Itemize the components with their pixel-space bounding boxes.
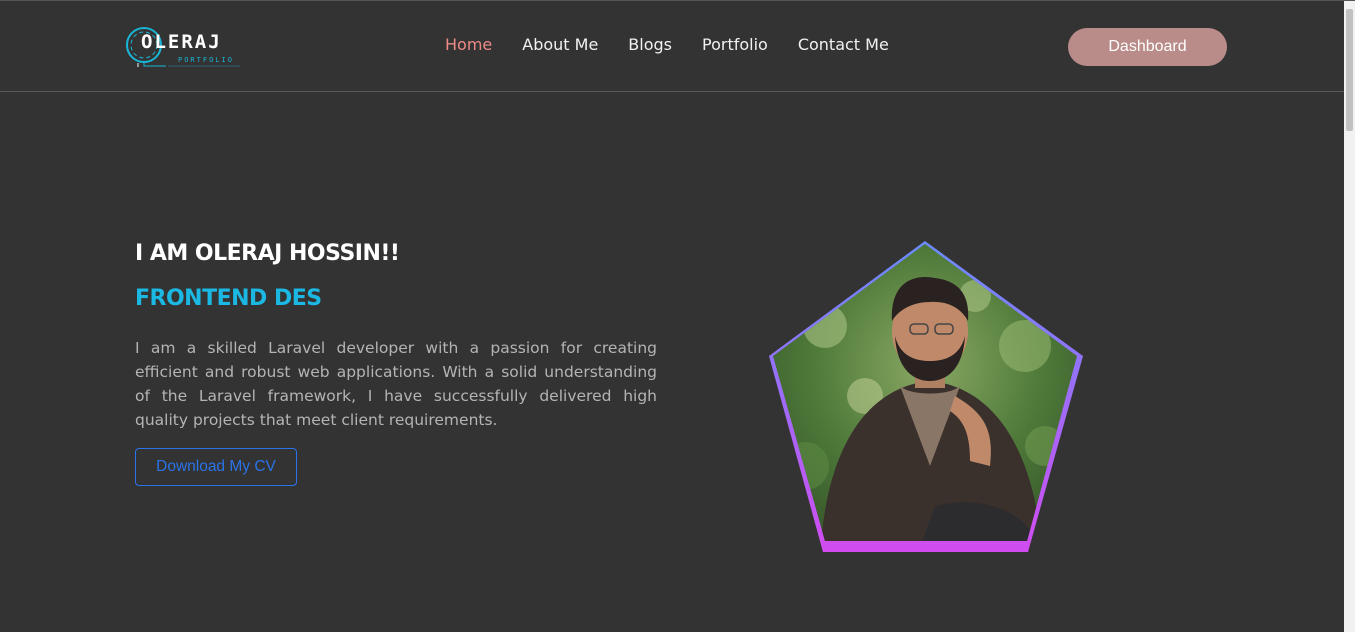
main-nav: Home About Me Blogs Portfolio Contact Me — [445, 35, 889, 54]
dashboard-button[interactable]: Dashboard — [1068, 28, 1227, 66]
hero-title: I AM OLERAJ HOSSIN!! — [135, 241, 400, 266]
vertical-scrollbar[interactable] — [1344, 1, 1355, 632]
navbar: OLERAJ PORTFOLIO Home About Me Blogs Por… — [0, 1, 1344, 92]
scrollbar-thumb[interactable] — [1346, 9, 1353, 131]
page: OLERAJ PORTFOLIO Home About Me Blogs Por… — [0, 0, 1355, 632]
hero-subtitle: FRONTEND DES — [135, 286, 322, 311]
nav-portfolio-link[interactable]: Portfolio — [702, 35, 768, 54]
brand-logo[interactable]: OLERAJ PORTFOLIO — [124, 25, 244, 69]
nav-about-link[interactable]: About Me — [522, 35, 598, 54]
nav-contact-link[interactable]: Contact Me — [798, 35, 889, 54]
pentagon-profile-photo — [769, 241, 1083, 552]
logo-text: OLERAJ — [141, 31, 222, 53]
download-cv-button[interactable]: Download My CV — [135, 448, 297, 486]
nav-blogs-link[interactable]: Blogs — [628, 35, 672, 54]
nav-home-link[interactable]: Home — [445, 35, 492, 54]
hero-description: I am a skilled Laravel developer with a … — [135, 339, 657, 429]
logo-subtext: PORTFOLIO — [178, 56, 234, 64]
